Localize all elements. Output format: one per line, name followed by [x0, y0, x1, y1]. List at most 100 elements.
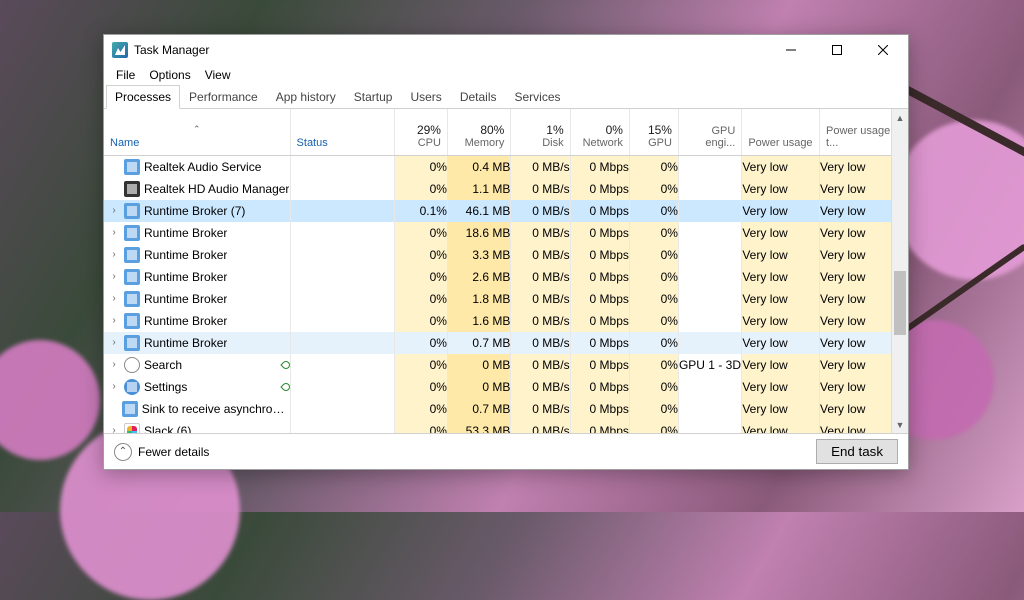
cpu-cell: 0% [394, 155, 447, 178]
power-usage-cell: Very low [742, 244, 820, 266]
expand-icon[interactable]: › [108, 205, 120, 216]
col-network[interactable]: 0%Network [570, 109, 629, 155]
col-name[interactable]: ⌃Name [104, 109, 290, 155]
expand-icon[interactable]: › [108, 315, 120, 326]
tab-users[interactable]: Users [401, 85, 450, 108]
scroll-up-button[interactable]: ▲ [892, 109, 908, 126]
titlebar[interactable]: Task Manager [104, 35, 908, 65]
disk-cell: 0 MB/s [511, 266, 570, 288]
status-cell [290, 376, 394, 398]
col-gpu-engine[interactable]: GPU engi... [678, 109, 741, 155]
col-gpu[interactable]: 15%GPU [629, 109, 678, 155]
process-icon [124, 313, 140, 329]
table-row[interactable]: ›Runtime Broker0%18.6 MB0 MB/s0 Mbps0%Ve… [104, 222, 908, 244]
table-row[interactable]: ›Runtime Broker (7)0.1%46.1 MB0 MB/s0 Mb… [104, 200, 908, 222]
gpu-cell: 0% [629, 222, 678, 244]
power-usage-cell: Very low [742, 200, 820, 222]
gpu-engine-cell [678, 376, 741, 398]
vertical-scrollbar[interactable]: ▲ ▼ [891, 109, 908, 433]
col-cpu[interactable]: 29%CPU [394, 109, 447, 155]
network-cell: 0 Mbps [570, 376, 629, 398]
process-name: Slack (6) [144, 424, 191, 434]
table-row[interactable]: ›Realtek Audio Service0%0.4 MB0 MB/s0 Mb… [104, 155, 908, 178]
network-cell: 0 Mbps [570, 420, 629, 434]
expand-icon[interactable]: › [108, 425, 120, 433]
tab-services[interactable]: Services [506, 85, 570, 108]
tab-startup[interactable]: Startup [345, 85, 402, 108]
fewer-details-toggle[interactable]: ⌃ Fewer details [114, 443, 810, 461]
process-name: Runtime Broker (7) [144, 204, 245, 218]
table-row[interactable]: ›Runtime Broker0%3.3 MB0 MB/s0 Mbps0%Ver… [104, 244, 908, 266]
table-row[interactable]: ›Settings0%0 MB0 MB/s0 Mbps0%Very lowVer… [104, 376, 908, 398]
power-usage-cell: Very low [742, 222, 820, 244]
memory-cell: 0 MB [447, 354, 510, 376]
gpu-engine-cell: GPU 1 - 3D [678, 354, 741, 376]
col-disk[interactable]: 1%Disk [511, 109, 570, 155]
status-cell [290, 398, 394, 420]
memory-cell: 0.7 MB [447, 398, 510, 420]
tab-app-history[interactable]: App history [267, 85, 345, 108]
scroll-thumb[interactable] [894, 271, 906, 335]
cpu-cell: 0% [394, 266, 447, 288]
status-cell [290, 222, 394, 244]
table-row[interactable]: ›Runtime Broker0%1.6 MB0 MB/s0 Mbps0%Ver… [104, 310, 908, 332]
menu-view[interactable]: View [199, 66, 237, 84]
cpu-cell: 0.1% [394, 200, 447, 222]
disk-cell: 0 MB/s [511, 354, 570, 376]
table-row[interactable]: ›Slack (6)0%53.3 MB0 MB/s0 Mbps0%Very lo… [104, 420, 908, 434]
status-cell [290, 178, 394, 200]
scroll-down-button[interactable]: ▼ [892, 416, 908, 433]
gpu-engine-cell [678, 332, 741, 354]
table-row[interactable]: ›Runtime Broker0%1.8 MB0 MB/s0 Mbps0%Ver… [104, 288, 908, 310]
cpu-cell: 0% [394, 332, 447, 354]
process-name: Sink to receive asynchronous ca... [142, 402, 290, 416]
expand-icon[interactable]: › [108, 227, 120, 238]
tab-performance[interactable]: Performance [180, 85, 267, 108]
window-title: Task Manager [134, 43, 209, 57]
disk-cell: 0 MB/s [511, 420, 570, 434]
table-row[interactable]: ›Runtime Broker0%0.7 MB0 MB/s0 Mbps0%Ver… [104, 332, 908, 354]
network-cell: 0 Mbps [570, 288, 629, 310]
expand-icon[interactable]: › [108, 249, 120, 260]
gpu-cell: 0% [629, 420, 678, 434]
process-name: Realtek HD Audio Manager [144, 182, 289, 196]
process-icon [122, 401, 138, 417]
col-power-usage[interactable]: Power usage [742, 109, 820, 155]
table-row[interactable]: ›Runtime Broker0%2.6 MB0 MB/s0 Mbps0%Ver… [104, 266, 908, 288]
tab-processes[interactable]: Processes [106, 85, 180, 109]
table-row[interactable]: ›Search0%0 MB0 MB/s0 Mbps0%GPU 1 - 3DVer… [104, 354, 908, 376]
expand-icon[interactable]: › [108, 359, 120, 370]
network-cell: 0 Mbps [570, 332, 629, 354]
memory-cell: 0.7 MB [447, 332, 510, 354]
power-usage-cell: Very low [742, 266, 820, 288]
disk-cell: 0 MB/s [511, 244, 570, 266]
task-manager-window: Task Manager File Options View Processes… [103, 34, 909, 470]
expand-icon[interactable]: › [108, 381, 120, 392]
gpu-engine-cell [678, 266, 741, 288]
minimize-button[interactable] [768, 35, 814, 65]
process-icon [124, 379, 140, 395]
close-button[interactable] [860, 35, 906, 65]
maximize-button[interactable] [814, 35, 860, 65]
menu-options[interactable]: Options [143, 66, 196, 84]
process-icon [124, 225, 140, 241]
col-memory[interactable]: 80%Memory [447, 109, 510, 155]
end-task-button[interactable]: End task [816, 439, 898, 464]
power-usage-cell: Very low [742, 420, 820, 434]
expand-icon[interactable]: › [108, 293, 120, 304]
process-icon [124, 291, 140, 307]
expand-icon[interactable]: › [108, 337, 120, 348]
status-cell [290, 244, 394, 266]
tab-details[interactable]: Details [451, 85, 506, 108]
power-usage-cell: Very low [742, 398, 820, 420]
power-usage-cell: Very low [742, 178, 820, 200]
table-row[interactable]: ›Sink to receive asynchronous ca...0%0.7… [104, 398, 908, 420]
expand-icon[interactable]: › [108, 271, 120, 282]
process-name: Runtime Broker [144, 270, 227, 284]
status-cell [290, 200, 394, 222]
col-status[interactable]: Status [290, 109, 394, 155]
memory-cell: 46.1 MB [447, 200, 510, 222]
cpu-cell: 0% [394, 398, 447, 420]
table-row[interactable]: ›Realtek HD Audio Manager0%1.1 MB0 MB/s0… [104, 178, 908, 200]
menu-file[interactable]: File [110, 66, 141, 84]
